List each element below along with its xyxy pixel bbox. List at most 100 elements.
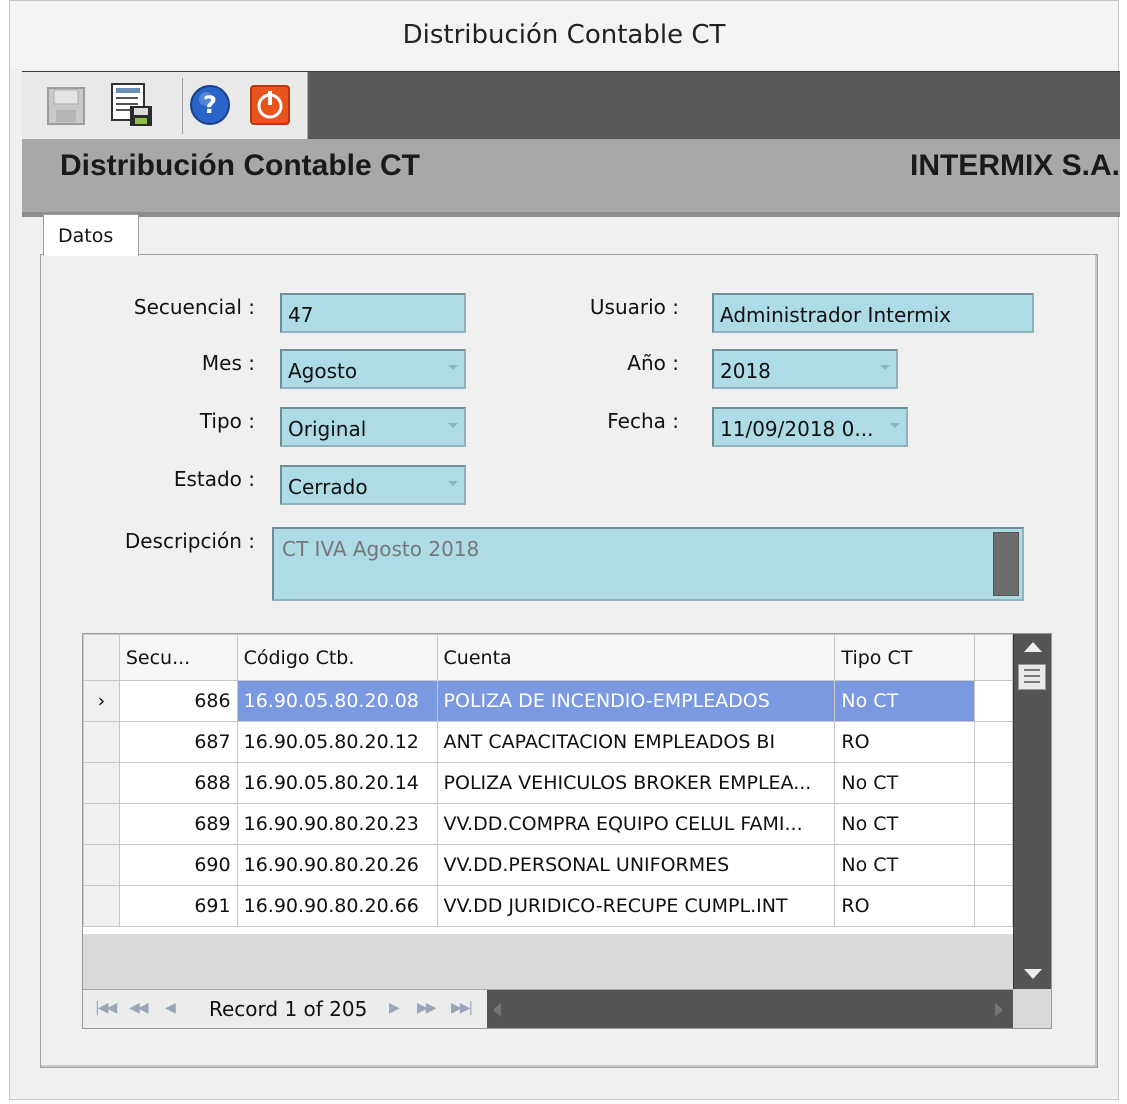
table-row[interactable]: › 686 16.90.05.80.20.08 POLIZA DE INCEND…	[83, 680, 1013, 722]
row-indicator	[83, 803, 120, 845]
cell-tipo-ct[interactable]: RO	[834, 721, 976, 763]
cell-codigo[interactable]: 16.90.05.80.20.12	[236, 721, 438, 763]
scroll-thumb[interactable]	[1018, 664, 1046, 690]
cell-filler	[974, 885, 1013, 927]
fecha-label: Fecha :	[607, 409, 679, 433]
grid-vertical-scrollbar[interactable]	[1013, 634, 1051, 989]
last-page-icon[interactable]: ▶▶|	[451, 1000, 473, 1016]
cell-filler	[974, 762, 1013, 804]
previous-record-icon[interactable]: ◀	[165, 1000, 176, 1016]
power-exit-icon[interactable]	[248, 82, 292, 128]
scroll-up-icon[interactable]	[1024, 642, 1042, 652]
scroll-right-icon[interactable]	[995, 1003, 1003, 1017]
cell-tipo-ct[interactable]: No CT	[834, 680, 976, 722]
company-name: INTERMIX S.A.	[909, 149, 1120, 182]
cell-secuencia[interactable]: 686	[118, 680, 238, 722]
table-row[interactable]: 688 16.90.05.80.20.14 POLIZA VEHICULOS B…	[83, 762, 1013, 804]
cell-codigo[interactable]: 16.90.90.80.20.23	[236, 803, 438, 845]
column-header-tipo-ct[interactable]: Tipo CT	[834, 634, 976, 681]
toolbar: ?	[22, 71, 1120, 140]
descripcion-scrollbar[interactable]	[993, 532, 1019, 596]
cell-filler	[974, 721, 1013, 763]
tipo-label: Tipo :	[199, 409, 255, 433]
chevron-down-icon[interactable]	[448, 423, 458, 428]
row-indicator	[83, 721, 120, 763]
descripcion-label: Descripción :	[124, 529, 255, 553]
cell-secuencia[interactable]: 691	[118, 885, 238, 927]
cell-codigo[interactable]: 16.90.05.80.20.08	[236, 680, 438, 722]
cell-secuencia[interactable]: 690	[118, 844, 238, 886]
column-header-cuenta[interactable]: Cuenta	[436, 634, 836, 681]
tipo-combo[interactable]: Original	[280, 407, 466, 447]
descripcion-textarea[interactable]: CT IVA Agosto 2018	[272, 527, 1024, 601]
scroll-down-icon[interactable]	[1024, 969, 1042, 979]
save-disk-icon[interactable]	[44, 82, 88, 128]
cell-cuenta[interactable]: VV.DD.PERSONAL UNIFORMES	[436, 844, 836, 886]
cell-codigo[interactable]: 16.90.90.80.20.26	[236, 844, 438, 886]
cell-cuenta[interactable]: VV.DD.COMPRA EQUIPO CELUL FAMI...	[436, 803, 836, 845]
previous-page-icon[interactable]: ◀◀	[129, 1000, 148, 1016]
fecha-picker[interactable]: 11/09/2018 0...	[712, 407, 908, 447]
first-page-icon[interactable]: |◀◀	[95, 1000, 117, 1016]
descripcion-value: CT IVA Agosto 2018	[282, 537, 480, 561]
next-record-icon[interactable]: ▶	[389, 1000, 400, 1016]
cell-tipo-ct[interactable]: No CT	[834, 803, 976, 845]
save-form-icon[interactable]	[110, 82, 154, 128]
accounts-table: Secu... Código Ctb. Cuenta Tipo CT › 686…	[83, 634, 1013, 927]
row-indicator	[83, 844, 120, 886]
cell-codigo[interactable]: 16.90.05.80.20.14	[236, 762, 438, 804]
anio-label: Año :	[627, 351, 679, 375]
cell-filler	[974, 680, 1013, 722]
banner-divider	[22, 212, 1120, 217]
app-window: Distribución Contable CT ? Distribución …	[9, 0, 1120, 1100]
tipo-value: Original	[288, 417, 367, 441]
column-header-secuencia[interactable]: Secu...	[118, 634, 238, 681]
help-icon[interactable]: ?	[188, 82, 232, 128]
cell-cuenta[interactable]: ANT CAPACITACION EMPLEADOS BI	[436, 721, 836, 763]
header-banner: Distribución Contable CT INTERMIX S.A.	[22, 139, 1120, 217]
table-header-row: Secu... Código Ctb. Cuenta Tipo CT	[83, 634, 1013, 681]
cell-cuenta[interactable]: VV.DD JURIDICO-RECUPE CUMPL.INT	[436, 885, 836, 927]
scroll-left-icon[interactable]	[493, 1003, 501, 1017]
window-title: Distribución Contable CT	[10, 1, 1118, 69]
usuario-field[interactable]: Administrador Intermix	[712, 293, 1034, 333]
usuario-value: Administrador Intermix	[720, 303, 952, 327]
cell-cuenta[interactable]: POLIZA DE INCENDIO-EMPLEADOS	[436, 680, 836, 722]
cell-filler	[974, 844, 1013, 886]
accounts-grid: Secu... Código Ctb. Cuenta Tipo CT › 686…	[82, 633, 1052, 1029]
cell-secuencia[interactable]: 689	[118, 803, 238, 845]
estado-combo[interactable]: Cerrado	[280, 465, 466, 505]
secuencial-field[interactable]: 47	[280, 293, 466, 333]
chevron-down-icon[interactable]	[890, 423, 900, 428]
row-indicator	[83, 762, 120, 804]
column-header-codigo[interactable]: Código Ctb.	[236, 634, 438, 681]
table-row[interactable]: 689 16.90.90.80.20.23 VV.DD.COMPRA EQUIP…	[83, 803, 1013, 845]
next-page-icon[interactable]: ▶▶	[417, 1000, 436, 1016]
cell-secuencia[interactable]: 687	[118, 721, 238, 763]
chevron-down-icon[interactable]	[448, 481, 458, 486]
anio-combo[interactable]: 2018	[712, 349, 898, 389]
chevron-down-icon[interactable]	[880, 365, 890, 370]
table-row[interactable]: 690 16.90.90.80.20.26 VV.DD.PERSONAL UNI…	[83, 844, 1013, 886]
tab-datos[interactable]: Datos	[43, 214, 139, 256]
record-navigator: |◀◀ ◀◀ ◀ Record 1 of 205 ▶ ▶▶ ▶▶|	[83, 989, 1013, 1028]
cell-codigo[interactable]: 16.90.90.80.20.66	[236, 885, 438, 927]
mes-label: Mes :	[201, 351, 255, 375]
usuario-label: Usuario :	[589, 295, 679, 319]
grid-body: Secu... Código Ctb. Cuenta Tipo CT › 686…	[83, 634, 1013, 934]
record-counter: Record 1 of 205	[209, 997, 368, 1021]
estado-value: Cerrado	[288, 475, 368, 499]
grid-horizontal-scrollbar[interactable]	[487, 990, 1013, 1028]
mes-combo[interactable]: Agosto	[280, 349, 466, 389]
chevron-down-icon[interactable]	[448, 365, 458, 370]
table-row[interactable]: 691 16.90.90.80.20.66 VV.DD JURIDICO-REC…	[83, 885, 1013, 927]
cell-cuenta[interactable]: POLIZA VEHICULOS BROKER EMPLEA...	[436, 762, 836, 804]
anio-value: 2018	[720, 359, 771, 383]
estado-label: Estado :	[173, 467, 255, 491]
cell-tipo-ct[interactable]: No CT	[834, 844, 976, 886]
cell-tipo-ct[interactable]: RO	[834, 885, 976, 927]
table-row[interactable]: 687 16.90.05.80.20.12 ANT CAPACITACION E…	[83, 721, 1013, 763]
cell-secuencia[interactable]: 688	[118, 762, 238, 804]
cell-tipo-ct[interactable]: No CT	[834, 762, 976, 804]
toolbar-separator	[182, 78, 183, 134]
